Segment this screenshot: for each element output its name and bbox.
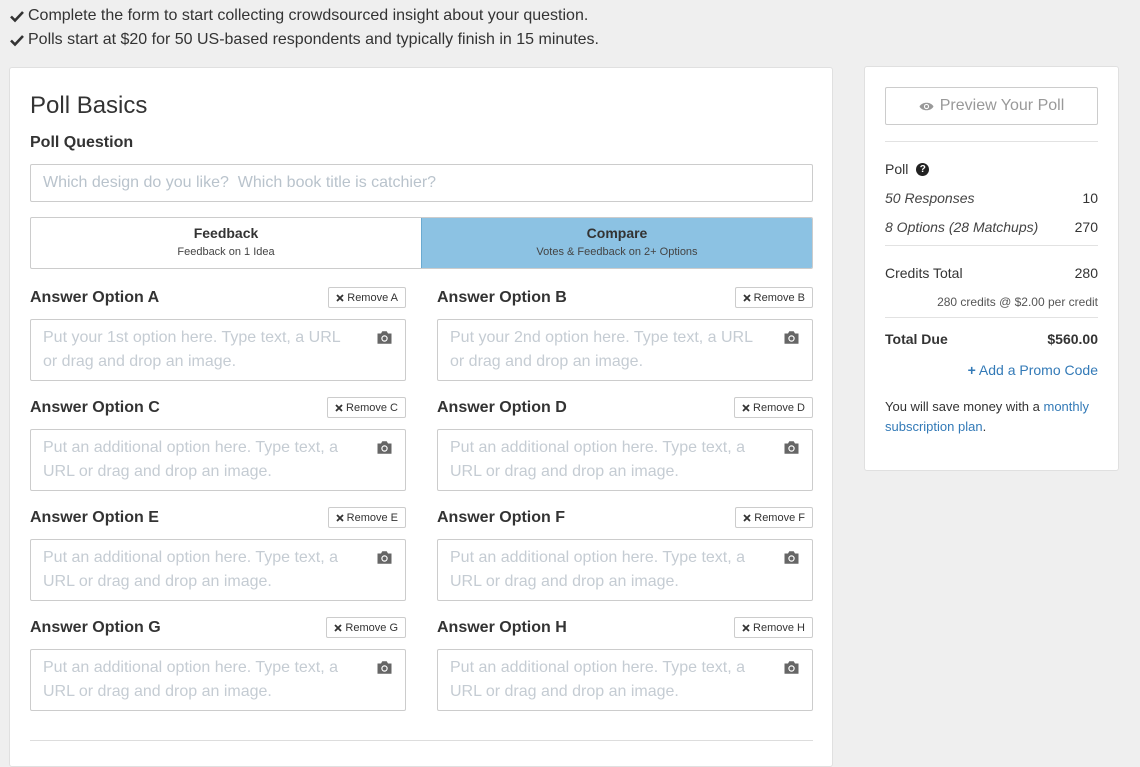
remove-g-button[interactable]: Remove G xyxy=(326,617,406,638)
camera-icon[interactable] xyxy=(376,330,393,345)
check-icon xyxy=(10,9,28,23)
answer-option-c-input[interactable] xyxy=(31,430,361,490)
answer-option-e-input[interactable] xyxy=(31,540,361,600)
camera-icon[interactable] xyxy=(783,440,800,455)
eye-icon xyxy=(919,102,934,110)
answer-option-field xyxy=(30,539,406,601)
mode-compare-button[interactable]: Compare Votes & Feedback on 2+ Options xyxy=(421,218,812,268)
options-label: 8 Options (28 Matchups) xyxy=(885,219,1039,235)
question-circle-icon[interactable]: ? xyxy=(916,162,930,176)
answer-option-h-input[interactable] xyxy=(438,650,768,710)
divider xyxy=(885,317,1098,318)
intro-line-2: Polls start at $20 for 50 US-based respo… xyxy=(10,28,599,52)
remove-c-button[interactable]: Remove C xyxy=(327,397,406,418)
plus-icon: + xyxy=(967,362,976,378)
mode-compare-subtitle: Votes & Feedback on 2+ Options xyxy=(536,246,698,258)
answer-option-g-input[interactable] xyxy=(31,650,361,710)
remove-x-icon xyxy=(336,513,344,522)
answer-option-label: Answer Option C xyxy=(30,399,160,416)
camera-icon[interactable] xyxy=(376,550,393,565)
answer-option-d-input[interactable] xyxy=(438,430,768,490)
options-value: 270 xyxy=(1074,219,1098,235)
subscription-note: You will save money with a monthly subsc… xyxy=(885,399,1090,434)
responses-value: 10 xyxy=(1082,190,1098,206)
poll-form-card: Poll Basics Poll Question Feedback Feedb… xyxy=(9,67,833,767)
intro-notes: Complete the form to start collecting cr… xyxy=(10,4,599,52)
remove-h-button[interactable]: Remove H xyxy=(734,617,813,638)
options-row: 8 Options (28 Matchups) 270 xyxy=(885,219,1098,235)
check-icon xyxy=(10,33,28,47)
poll-mode-toggle: Feedback Feedback on 1 Idea Compare Vote… xyxy=(30,217,813,269)
credits-row: Credits Total 280 xyxy=(885,265,1098,281)
section-divider xyxy=(30,740,813,741)
remove-e-button[interactable]: Remove E xyxy=(327,507,406,528)
remove-b-button[interactable]: Remove B xyxy=(734,287,813,308)
mode-feedback-title: Feedback xyxy=(193,225,259,241)
answer-option-field xyxy=(437,539,813,601)
camera-icon[interactable] xyxy=(376,660,393,675)
answer-option-label: Answer Option F xyxy=(437,509,565,526)
mode-feedback-subtitle: Feedback on 1 Idea xyxy=(177,246,275,258)
total-label: Total Due xyxy=(885,331,948,347)
page-title: Poll Basics xyxy=(30,92,148,119)
total-value: $560.00 xyxy=(1047,331,1098,347)
divider xyxy=(885,245,1098,246)
remove-x-icon xyxy=(335,403,343,412)
camera-icon[interactable] xyxy=(783,330,800,345)
add-promo-code-link[interactable]: + Add a Promo Code xyxy=(885,362,1098,378)
remove-x-icon xyxy=(743,513,751,522)
answer-option-field xyxy=(437,319,813,381)
camera-icon[interactable] xyxy=(783,660,800,675)
answer-option-f-input[interactable] xyxy=(438,540,768,600)
order-summary-card: Preview Your Poll Poll ? 50 Responses 10… xyxy=(864,66,1119,471)
remove-x-icon xyxy=(334,623,343,632)
responses-label: 50 Responses xyxy=(885,190,975,206)
answer-option-field xyxy=(30,319,406,381)
answer-option-label: Answer Option B xyxy=(437,289,567,306)
answer-option-label: Answer Option A xyxy=(30,289,160,306)
responses-row: 50 Responses 10 xyxy=(885,190,1098,206)
divider xyxy=(885,141,1098,142)
answer-option-field xyxy=(30,429,406,491)
remove-f-button[interactable]: Remove F xyxy=(735,507,813,528)
camera-icon[interactable] xyxy=(783,550,800,565)
poll-question-label: Poll Question xyxy=(30,134,134,151)
intro-line-1: Complete the form to start collecting cr… xyxy=(10,4,599,28)
answer-option-label: Answer Option G xyxy=(30,619,161,636)
remove-d-button[interactable]: Remove D xyxy=(734,397,813,418)
answer-option-field xyxy=(437,649,813,711)
answer-option-label: Answer Option E xyxy=(30,509,159,526)
answer-option-b-input[interactable] xyxy=(438,320,768,380)
answer-option-a-input[interactable] xyxy=(31,320,361,380)
answer-option-field xyxy=(437,429,813,491)
remove-x-icon xyxy=(742,623,750,632)
credits-label: Credits Total xyxy=(885,265,963,281)
answer-option-label: Answer Option D xyxy=(437,399,567,416)
preview-poll-button[interactable]: Preview Your Poll xyxy=(885,87,1098,125)
credits-value: 280 xyxy=(1074,265,1098,281)
total-row: Total Due $560.00 xyxy=(885,331,1098,347)
credits-note: 280 credits @ $2.00 per credit xyxy=(937,295,1098,309)
camera-icon[interactable] xyxy=(376,440,393,455)
remove-x-icon xyxy=(743,293,751,302)
mode-feedback-button[interactable]: Feedback Feedback on 1 Idea xyxy=(31,218,421,268)
remove-a-button[interactable]: Remove A xyxy=(328,287,406,308)
poll-row: Poll ? xyxy=(885,161,1098,177)
poll-question-input[interactable] xyxy=(30,164,813,202)
poll-label: Poll xyxy=(885,161,909,177)
remove-x-icon xyxy=(336,293,344,302)
answer-option-field xyxy=(30,649,406,711)
remove-x-icon xyxy=(742,403,750,412)
mode-compare-title: Compare xyxy=(586,225,648,241)
answer-option-label: Answer Option H xyxy=(437,619,567,636)
